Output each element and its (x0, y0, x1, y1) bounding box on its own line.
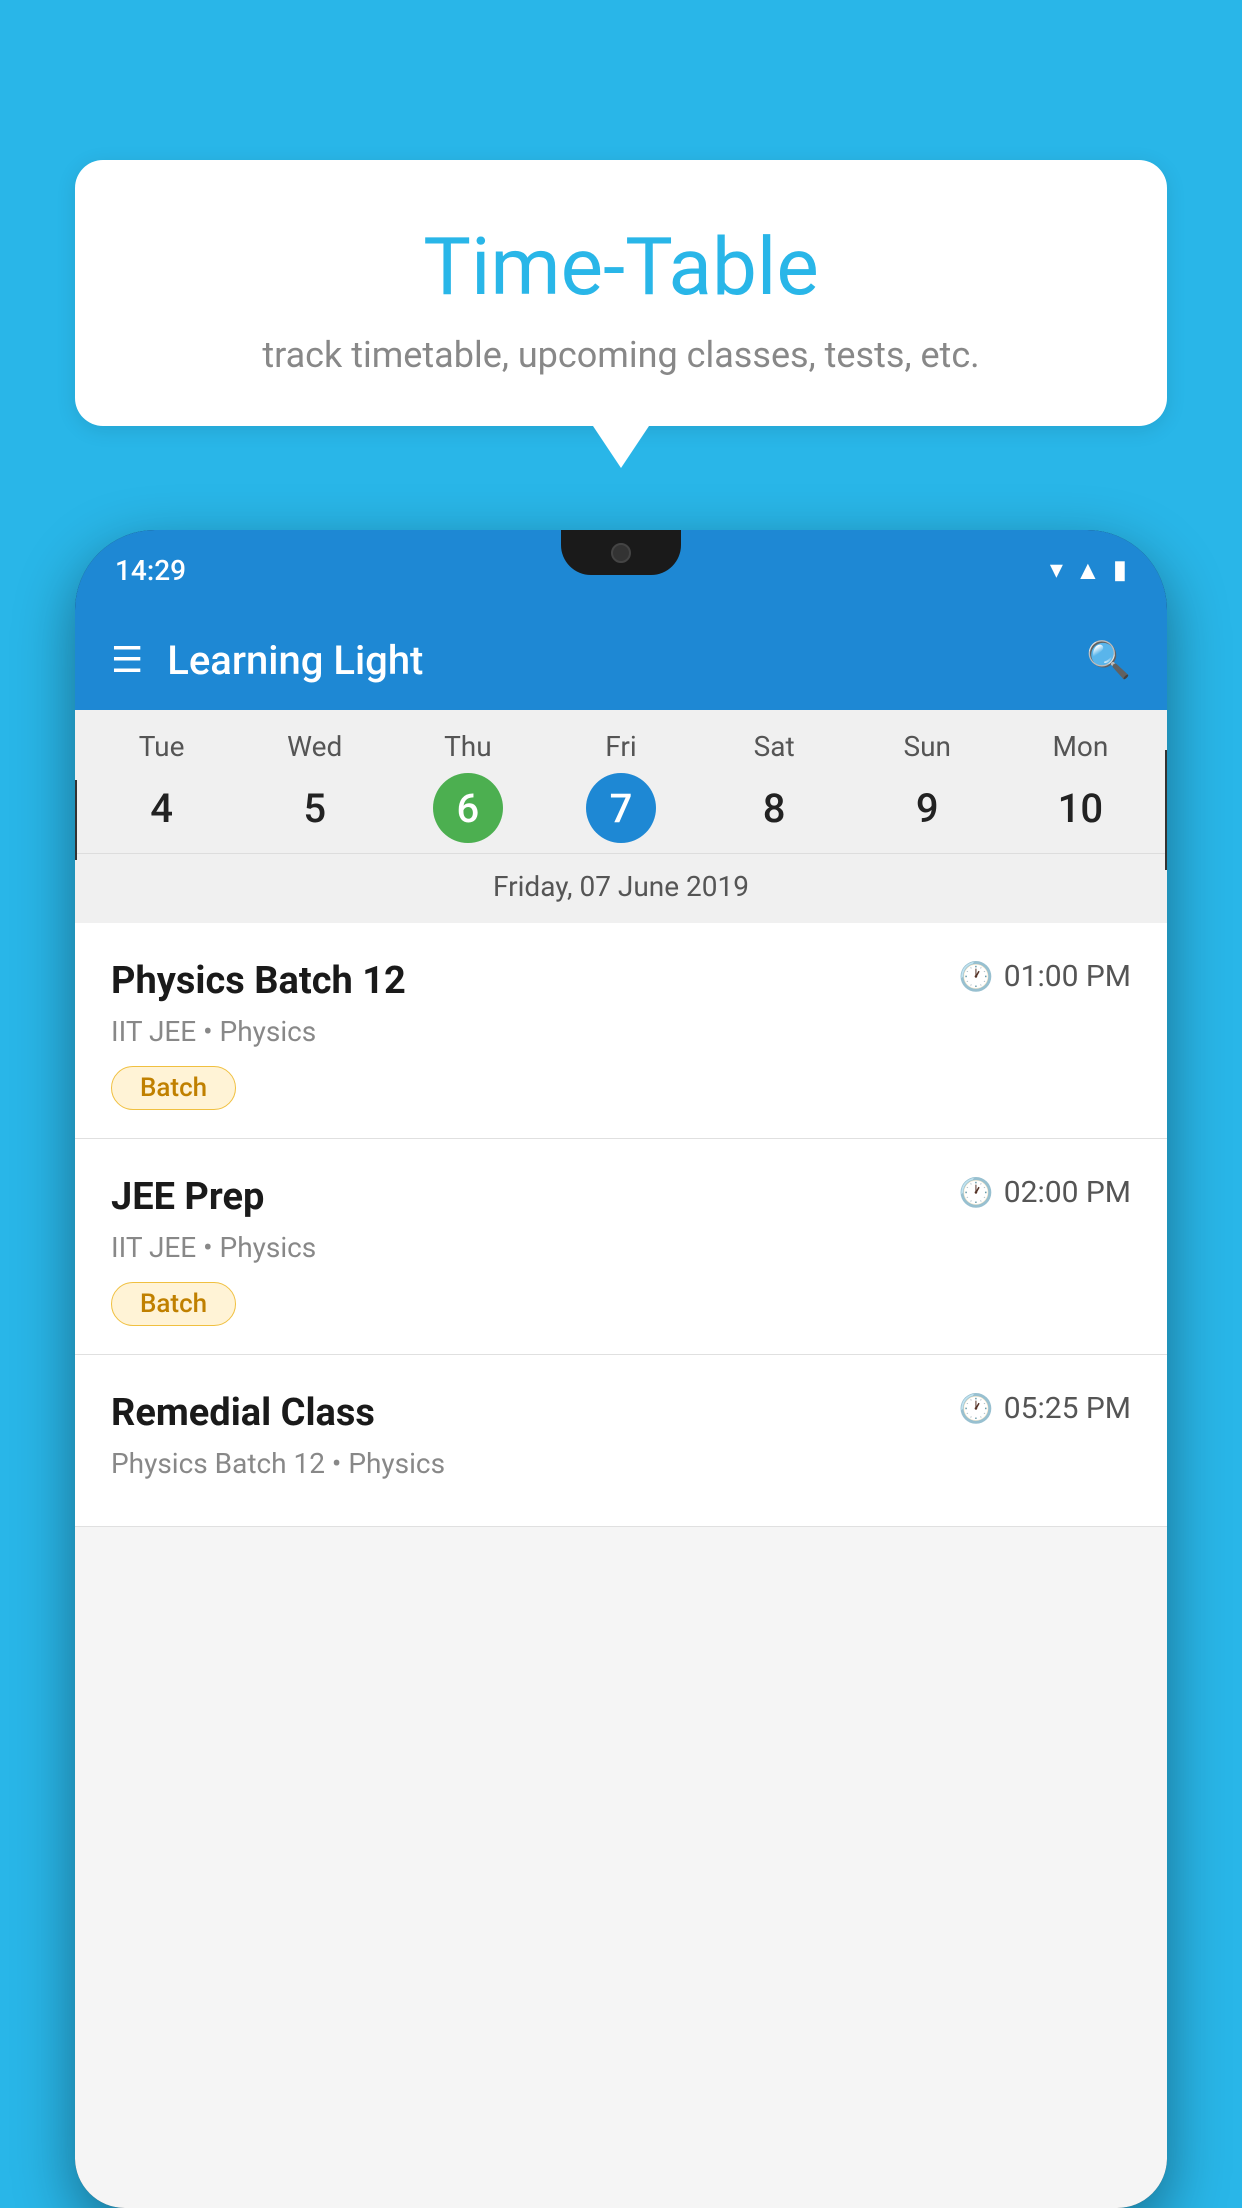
event-card-2[interactable]: JEE Prep 🕐 02:00 PM IIT JEE • Physics Ba… (75, 1139, 1167, 1355)
day-num-wed: 5 (280, 773, 350, 843)
event-name-1: Physics Batch 12 (111, 959, 406, 1003)
day-col-mon[interactable]: Mon 10 (1004, 730, 1157, 843)
day-num-sun: 9 (892, 773, 962, 843)
day-col-wed[interactable]: Wed 5 (238, 730, 391, 843)
app-bar-left: ☰ Learning Light (111, 637, 423, 684)
event-time-label-2: 02:00 PM (1004, 1175, 1131, 1210)
batch-badge-1: Batch (111, 1066, 236, 1110)
event-time-2: 🕐 02:00 PM (959, 1175, 1131, 1210)
status-time: 14:29 (115, 554, 186, 587)
days-row: Tue 4 Wed 5 Thu 6 Fri 7 Sat 8 (75, 730, 1167, 843)
volume-button (75, 780, 77, 860)
event-card-1[interactable]: Physics Batch 12 🕐 01:00 PM IIT JEE • Ph… (75, 923, 1167, 1139)
power-button (1165, 750, 1167, 870)
menu-icon[interactable]: ☰ (111, 639, 143, 681)
clock-icon-3: 🕐 (959, 1392, 994, 1425)
status-icons: ▾ ▲ ▮ (1050, 555, 1127, 586)
event-time-1: 🕐 01:00 PM (959, 959, 1131, 994)
event-header-1: Physics Batch 12 🕐 01:00 PM (111, 959, 1131, 1003)
selected-date-label: Friday, 07 June 2019 (75, 853, 1167, 923)
tooltip-title: Time-Table (125, 220, 1117, 314)
tooltip-subtitle: track timetable, upcoming classes, tests… (125, 334, 1117, 376)
clock-icon-2: 🕐 (959, 1176, 994, 1209)
phone-content: Tue 4 Wed 5 Thu 6 Fri 7 Sat 8 (75, 710, 1167, 2208)
event-header-3: Remedial Class 🕐 05:25 PM (111, 1391, 1131, 1435)
tooltip-card: Time-Table track timetable, upcoming cla… (75, 160, 1167, 426)
day-num-mon: 10 (1045, 773, 1115, 843)
day-num-thu: 6 (433, 773, 503, 843)
day-name-sat: Sat (754, 730, 795, 763)
app-bar: ☰ Learning Light 🔍 (75, 610, 1167, 710)
batch-badge-2: Batch (111, 1282, 236, 1326)
day-col-fri[interactable]: Fri 7 (544, 730, 697, 843)
event-meta-3: Physics Batch 12 • Physics (111, 1447, 1131, 1480)
event-name-3: Remedial Class (111, 1391, 375, 1435)
app-title: Learning Light (167, 637, 423, 684)
day-name-sun: Sun (904, 730, 952, 763)
event-meta-2: IIT JEE • Physics (111, 1231, 1131, 1264)
day-col-sun[interactable]: Sun 9 (851, 730, 1004, 843)
event-time-label-3: 05:25 PM (1004, 1391, 1131, 1426)
front-camera (611, 543, 631, 563)
signal-icon: ▲ (1075, 555, 1101, 586)
status-bar: 14:29 ▾ ▲ ▮ (75, 530, 1167, 610)
event-time-label-1: 01:00 PM (1004, 959, 1131, 994)
search-icon[interactable]: 🔍 (1086, 639, 1131, 681)
day-name-fri: Fri (605, 730, 636, 763)
event-header-2: JEE Prep 🕐 02:00 PM (111, 1175, 1131, 1219)
day-name-mon: Mon (1052, 730, 1108, 763)
battery-icon: ▮ (1113, 555, 1127, 585)
notch (561, 530, 681, 575)
event-card-3[interactable]: Remedial Class 🕐 05:25 PM Physics Batch … (75, 1355, 1167, 1527)
day-num-sat: 8 (739, 773, 809, 843)
day-name-wed: Wed (287, 730, 342, 763)
day-name-tue: Tue (139, 730, 185, 763)
day-col-sat[interactable]: Sat 8 (698, 730, 851, 843)
calendar-strip: Tue 4 Wed 5 Thu 6 Fri 7 Sat 8 (75, 710, 1167, 923)
clock-icon-1: 🕐 (959, 960, 994, 993)
event-time-3: 🕐 05:25 PM (959, 1391, 1131, 1426)
day-num-tue: 4 (127, 773, 197, 843)
day-col-tue[interactable]: Tue 4 (85, 730, 238, 843)
event-meta-1: IIT JEE • Physics (111, 1015, 1131, 1048)
phone-frame: 14:29 ▾ ▲ ▮ ☰ Learning Light 🔍 Tue 4 Wed (75, 530, 1167, 2208)
day-col-thu[interactable]: Thu 6 (391, 730, 544, 843)
event-name-2: JEE Prep (111, 1175, 264, 1219)
day-name-thu: Thu (444, 730, 492, 763)
events-list: Physics Batch 12 🕐 01:00 PM IIT JEE • Ph… (75, 923, 1167, 1527)
day-num-fri: 7 (586, 773, 656, 843)
wifi-icon: ▾ (1050, 555, 1063, 585)
